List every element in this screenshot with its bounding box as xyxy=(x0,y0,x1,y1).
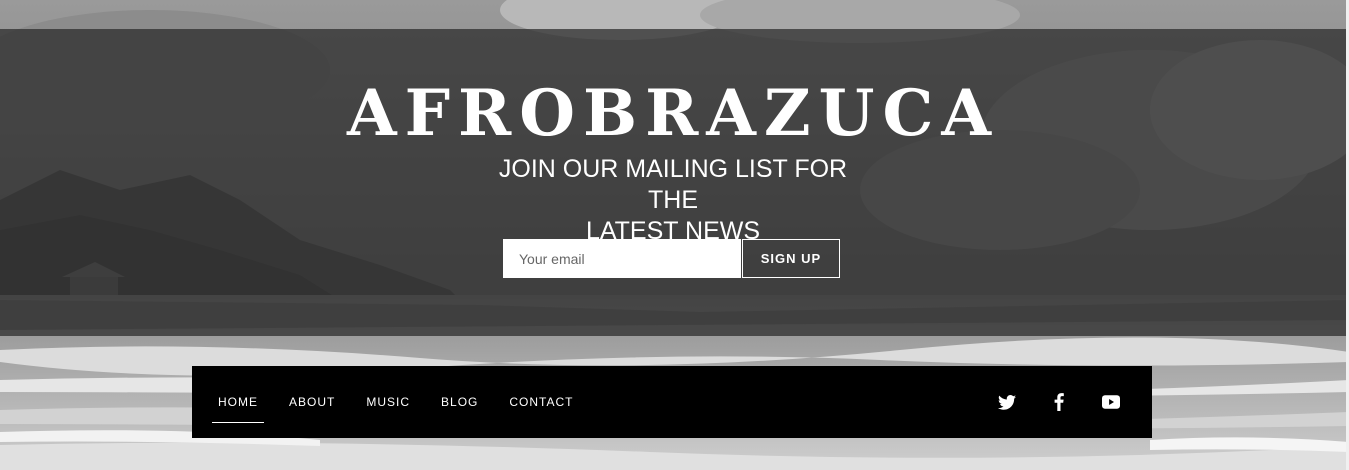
nav-item-home[interactable]: HOME xyxy=(212,366,264,438)
main-navbar: HOME ABOUT MUSIC BLOG CONTACT xyxy=(192,366,1152,438)
nav-item-about[interactable]: ABOUT xyxy=(283,366,341,438)
page: AFROBRAZUCA JOIN OUR MAILING LIST FOR TH… xyxy=(0,0,1349,470)
youtube-link[interactable] xyxy=(1100,391,1122,413)
signup-form: SIGN UP xyxy=(503,239,840,278)
sign-up-button[interactable]: SIGN UP xyxy=(742,239,840,278)
email-input[interactable] xyxy=(503,239,741,278)
brand-logo: AFROBRAZUCA xyxy=(346,76,1000,151)
nav-item-music[interactable]: MUSIC xyxy=(360,366,416,438)
social-links xyxy=(966,366,1122,438)
twitter-icon xyxy=(998,394,1016,410)
twitter-link[interactable] xyxy=(996,391,1018,413)
facebook-icon xyxy=(1054,393,1064,411)
mailing-list-tagline: JOIN OUR MAILING LIST FOR THE LATEST NEW… xyxy=(473,154,873,247)
hero-overlay: AFROBRAZUCA JOIN OUR MAILING LIST FOR TH… xyxy=(0,29,1346,336)
nav-item-contact[interactable]: CONTACT xyxy=(503,366,579,438)
nav-menu: HOME ABOUT MUSIC BLOG CONTACT xyxy=(212,366,598,438)
tagline-line-1: JOIN OUR MAILING LIST FOR THE xyxy=(498,155,848,214)
youtube-icon xyxy=(1102,395,1120,409)
nav-item-blog[interactable]: BLOG xyxy=(435,366,484,438)
facebook-link[interactable] xyxy=(1048,391,1070,413)
